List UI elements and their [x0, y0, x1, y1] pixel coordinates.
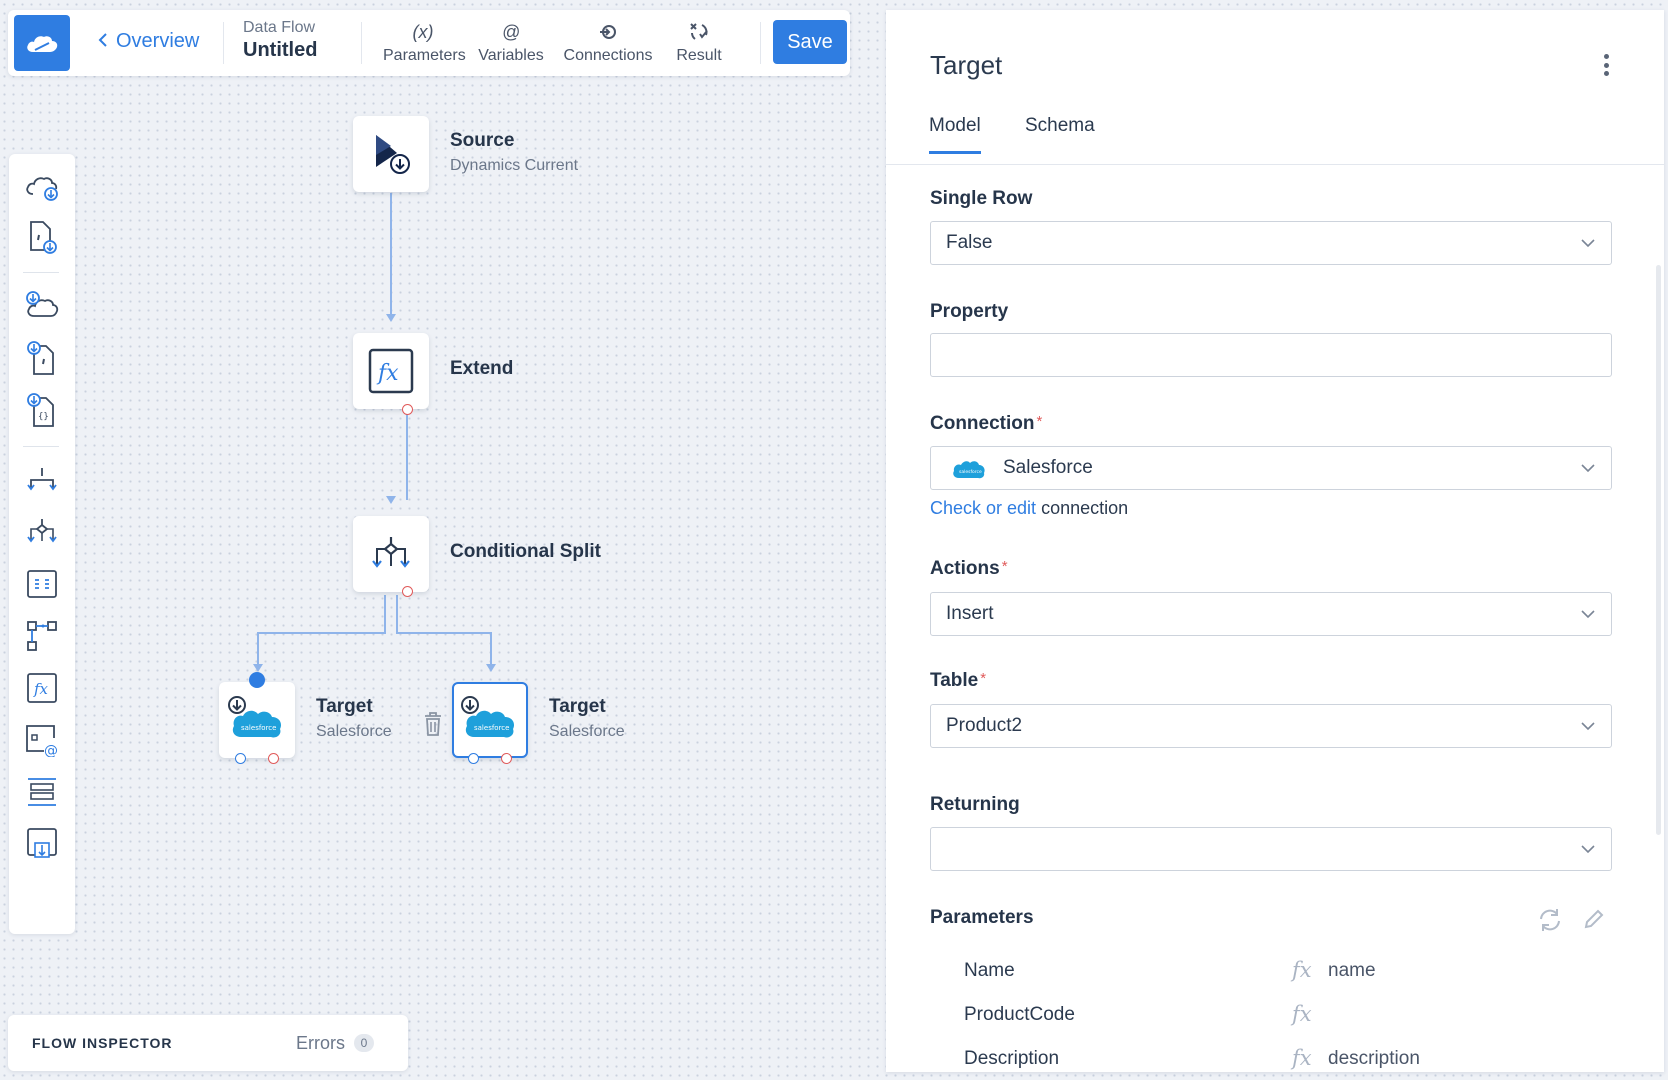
required-marker: *	[980, 670, 987, 687]
edit-pencil-icon[interactable]	[1583, 908, 1605, 935]
parameters-heading: Parameters	[930, 907, 1034, 928]
fx-icon[interactable]: fx	[1292, 958, 1312, 982]
table-label-text: Table	[930, 670, 979, 691]
error-port[interactable]	[268, 753, 279, 764]
split-icon	[372, 537, 410, 568]
source-node-subtitle: Dynamics Current	[450, 157, 579, 174]
flow-inspector[interactable]: FLOW INSPECTOR Errors 0	[8, 1015, 408, 1071]
table-value: Product2	[946, 715, 1023, 736]
check-edit-connection-link[interactable]: Check or edit	[930, 498, 1036, 518]
svg-text:salesforce: salesforce	[474, 724, 509, 732]
chevron-down-icon	[1581, 464, 1595, 473]
panel-scrollbar[interactable]	[1656, 265, 1661, 835]
tab-schema[interactable]: Schema	[1025, 115, 1095, 137]
actions-select[interactable]: Insert	[930, 592, 1612, 636]
errors-count-badge: 0	[354, 1034, 374, 1052]
chevron-down-icon	[1581, 722, 1595, 731]
tab-model[interactable]: Model	[929, 115, 981, 154]
source-node[interactable]	[353, 116, 429, 192]
refresh-icon[interactable]	[1536, 907, 1564, 938]
connection-helper-suffix: connection	[1041, 498, 1129, 518]
fx-icon: fx	[368, 348, 414, 394]
error-port[interactable]	[501, 753, 512, 764]
param-value-0[interactable]: name	[1328, 960, 1376, 982]
table-select[interactable]: Product2	[930, 704, 1612, 748]
target-node-2-title: Target	[549, 696, 606, 717]
actions-label-text: Actions	[930, 558, 1000, 579]
connection-label: Connection *	[930, 413, 1042, 435]
returning-select[interactable]	[930, 827, 1612, 871]
connection-select[interactable]: salesforce Salesforce	[930, 446, 1612, 490]
connection-helper: Check or edit connection	[930, 498, 1128, 519]
flow-connectors	[253, 193, 496, 672]
property-input[interactable]	[930, 333, 1612, 377]
svg-text:salesforce: salesforce	[241, 724, 276, 732]
input-port-active[interactable]	[249, 672, 265, 688]
target-node-1-title: Target	[316, 696, 373, 717]
table-label: Table *	[930, 670, 986, 692]
param-name-1: ProductCode	[964, 1004, 1075, 1025]
errors-label[interactable]: Errors	[296, 1033, 345, 1054]
fx-icon[interactable]: fx	[1292, 1046, 1312, 1070]
fx-icon[interactable]: fx	[1292, 1002, 1312, 1026]
svg-text:salesforce: salesforce	[959, 469, 982, 475]
single-row-label: Single Row	[930, 188, 1033, 209]
tab-divider	[886, 164, 1664, 165]
required-marker: *	[1036, 413, 1043, 430]
properties-panel: Target Model Schema Single Row False Pro…	[886, 10, 1664, 1072]
chevron-down-icon	[1581, 610, 1595, 619]
salesforce-icon: salesforce	[953, 461, 985, 479]
target-node-1[interactable]: salesforce	[219, 682, 295, 758]
dynamics-icon	[376, 135, 410, 174]
panel-title: Target	[930, 50, 1003, 80]
actions-label: Actions *	[930, 558, 1008, 580]
connection-label-text: Connection	[930, 413, 1035, 434]
extend-node[interactable]: fx	[353, 333, 429, 409]
salesforce-icon: salesforce	[461, 696, 515, 738]
trash-icon[interactable]	[423, 711, 443, 742]
flow-inspector-title: FLOW INSPECTOR	[32, 1035, 173, 1051]
output-port[interactable]	[468, 753, 479, 764]
conditional-split-node-title: Conditional Split	[450, 541, 601, 562]
extend-node-title: Extend	[450, 358, 514, 379]
target-node-1-subtitle: Salesforce	[316, 723, 392, 740]
actions-value: Insert	[946, 603, 994, 624]
single-row-select[interactable]: False	[930, 221, 1612, 265]
param-name-0: Name	[964, 960, 1015, 981]
connection-value: Salesforce	[1003, 457, 1093, 478]
target-node-2[interactable]: salesforce	[452, 682, 528, 758]
output-port[interactable]	[235, 753, 246, 764]
salesforce-icon: salesforce	[228, 696, 282, 738]
param-value-2[interactable]: description	[1328, 1048, 1420, 1070]
returning-label: Returning	[930, 794, 1020, 815]
chevron-down-icon	[1581, 845, 1595, 854]
property-label: Property	[930, 301, 1009, 322]
output-port[interactable]	[402, 404, 413, 415]
output-port[interactable]	[402, 586, 413, 597]
target-node-2-subtitle: Salesforce	[549, 723, 625, 740]
single-row-value: False	[946, 232, 993, 253]
conditional-split-node[interactable]	[353, 516, 429, 592]
chevron-down-icon	[1581, 239, 1595, 248]
svg-text:fx: fx	[376, 361, 399, 386]
param-name-2: Description	[964, 1048, 1060, 1069]
required-marker: *	[1001, 558, 1008, 575]
source-node-title: Source	[450, 130, 515, 151]
more-options-icon[interactable]	[1596, 50, 1616, 80]
